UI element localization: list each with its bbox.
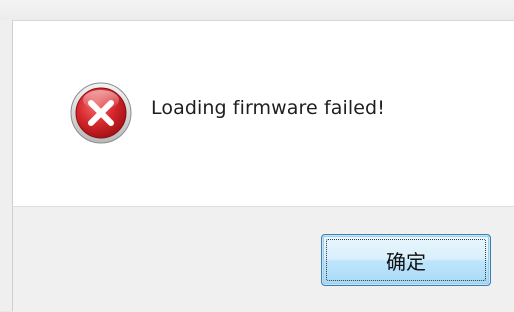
error-icon — [70, 82, 132, 144]
title-bar-area — [0, 0, 514, 20]
window-edge — [0, 20, 12, 311]
dialog-content: Loading firmware failed! — [13, 21, 514, 206]
ok-button-label: 确定 — [386, 249, 426, 274]
ok-button[interactable]: 确定 — [321, 234, 491, 286]
error-message: Loading firmware failed! — [151, 97, 385, 119]
message-dialog: Loading firmware failed! 确定 — [12, 20, 514, 312]
